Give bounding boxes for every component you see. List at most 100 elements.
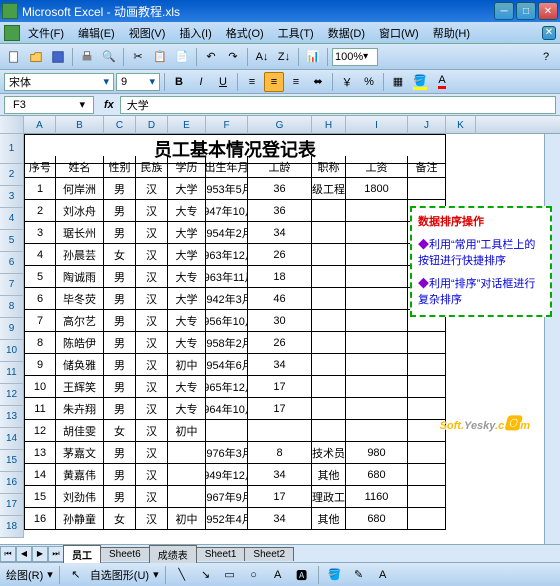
table-cell[interactable]: 男 xyxy=(104,486,136,508)
table-cell[interactable]: 大学 xyxy=(168,244,206,266)
doc-close-button[interactable]: ✕ xyxy=(542,26,556,40)
table-cell[interactable]: 高级工程师 xyxy=(312,178,346,200)
table-cell[interactable] xyxy=(312,288,346,310)
table-cell[interactable]: 汉 xyxy=(136,200,168,222)
sheet-tab-5[interactable]: Sheet2 xyxy=(244,547,294,561)
table-cell[interactable] xyxy=(168,464,206,486)
table-cell[interactable]: 46 xyxy=(248,288,312,310)
table-header[interactable]: 序号 xyxy=(24,156,56,178)
row-header[interactable]: 5 xyxy=(0,230,24,252)
table-cell[interactable]: 男 xyxy=(104,332,136,354)
table-cell[interactable]: 12 xyxy=(24,420,56,442)
tab-first-button[interactable]: ⏮ xyxy=(0,546,16,562)
table-cell[interactable] xyxy=(346,200,408,222)
table-cell[interactable]: 4 xyxy=(24,244,56,266)
close-button[interactable]: ✕ xyxy=(538,2,558,20)
table-cell[interactable]: 孙静童 xyxy=(56,508,104,530)
row-header[interactable]: 13 xyxy=(0,406,24,428)
table-cell[interactable] xyxy=(312,200,346,222)
table-cell[interactable]: 8 xyxy=(248,442,312,464)
table-cell[interactable]: 汉 xyxy=(136,354,168,376)
table-cell[interactable]: 女 xyxy=(104,244,136,266)
table-cell[interactable]: 1160 xyxy=(346,486,408,508)
table-cell[interactable]: 1949年12月 xyxy=(206,464,248,486)
table-cell[interactable]: 1800 xyxy=(346,178,408,200)
table-cell[interactable]: 初中 xyxy=(168,354,206,376)
row-header[interactable]: 4 xyxy=(0,208,24,230)
rect-button[interactable]: ▭ xyxy=(220,565,240,585)
table-cell[interactable]: 汉 xyxy=(136,178,168,200)
table-cell[interactable]: 3 xyxy=(24,222,56,244)
table-cell[interactable] xyxy=(206,420,248,442)
table-cell[interactable]: 18 xyxy=(248,266,312,288)
menu-help[interactable]: 帮助(H) xyxy=(427,23,476,43)
sheet-tab-1[interactable]: 员工 xyxy=(63,545,101,563)
row-header[interactable]: 1 xyxy=(0,134,24,164)
table-cell[interactable] xyxy=(346,420,408,442)
row-header[interactable]: 15 xyxy=(0,450,24,472)
zoom-select[interactable]: 100% ▾ xyxy=(332,48,378,66)
table-cell[interactable]: 琚长州 xyxy=(56,222,104,244)
table-cell[interactable]: 汉 xyxy=(136,442,168,464)
table-cell[interactable] xyxy=(346,398,408,420)
percent-button[interactable]: % xyxy=(359,72,379,92)
help-button[interactable]: ? xyxy=(536,47,556,67)
table-cell[interactable]: 汉 xyxy=(136,486,168,508)
oval-button[interactable]: ○ xyxy=(244,565,264,585)
menu-data[interactable]: 数据(D) xyxy=(322,23,371,43)
table-cell[interactable]: 男 xyxy=(104,178,136,200)
col-header[interactable]: A xyxy=(24,116,56,134)
table-cell[interactable]: 1958年2月 xyxy=(206,332,248,354)
table-cell[interactable]: 1952年4月 xyxy=(206,508,248,530)
table-cell[interactable]: 大专 xyxy=(168,398,206,420)
table-cell[interactable]: 何岸洲 xyxy=(56,178,104,200)
table-cell[interactable]: 男 xyxy=(104,354,136,376)
table-cell[interactable]: 1956年10月 xyxy=(206,310,248,332)
table-cell[interactable]: 汉 xyxy=(136,420,168,442)
col-header[interactable]: D xyxy=(136,116,168,134)
table-cell[interactable]: 毕冬荧 xyxy=(56,288,104,310)
table-header[interactable]: 民族 xyxy=(136,156,168,178)
col-header[interactable]: K xyxy=(446,116,476,134)
sort-desc-button[interactable]: Z↓ xyxy=(274,47,294,67)
merge-button[interactable]: ⬌ xyxy=(308,72,328,92)
font-color-button[interactable]: A xyxy=(432,72,452,92)
table-cell[interactable]: 初中 xyxy=(168,420,206,442)
table-cell[interactable] xyxy=(408,354,446,376)
table-cell[interactable]: 汉 xyxy=(136,508,168,530)
select-arrow-button[interactable]: ↖ xyxy=(66,565,86,585)
table-cell[interactable]: 26 xyxy=(248,244,312,266)
preview-button[interactable]: 🔍 xyxy=(99,47,119,67)
table-cell[interactable] xyxy=(346,266,408,288)
table-cell[interactable] xyxy=(168,486,206,508)
menu-edit[interactable]: 编辑(E) xyxy=(72,23,121,43)
table-cell[interactable]: 1976年3月 xyxy=(206,442,248,464)
table-cell[interactable] xyxy=(408,508,446,530)
print-button[interactable] xyxy=(77,47,97,67)
table-cell[interactable] xyxy=(312,310,346,332)
table-cell[interactable]: 女 xyxy=(104,420,136,442)
new-button[interactable] xyxy=(4,47,24,67)
size-select[interactable]: 9▾ xyxy=(116,73,160,91)
table-cell[interactable]: 6 xyxy=(24,288,56,310)
table-cell[interactable]: 34 xyxy=(248,464,312,486)
redo-button[interactable]: ↷ xyxy=(223,47,243,67)
font-color-button-2[interactable]: A xyxy=(373,565,393,585)
col-header[interactable]: F xyxy=(206,116,248,134)
table-cell[interactable] xyxy=(168,442,206,464)
autoshapes-menu[interactable]: 自选图形(U) xyxy=(90,567,149,583)
menu-view[interactable]: 视图(V) xyxy=(123,23,172,43)
row-header[interactable]: 6 xyxy=(0,252,24,274)
bold-button[interactable]: B xyxy=(169,72,189,92)
table-cell[interactable]: 高尔艺 xyxy=(56,310,104,332)
table-cell[interactable]: 王辉笑 xyxy=(56,376,104,398)
table-cell[interactable]: 初中 xyxy=(168,508,206,530)
table-cell[interactable] xyxy=(346,376,408,398)
table-cell[interactable]: 大专 xyxy=(168,376,206,398)
table-cell[interactable]: 7 xyxy=(24,310,56,332)
table-cell[interactable] xyxy=(346,288,408,310)
col-header[interactable]: J xyxy=(408,116,446,134)
underline-button[interactable]: U xyxy=(213,72,233,92)
tab-prev-button[interactable]: ◀ xyxy=(16,546,32,562)
table-cell[interactable]: 9 xyxy=(24,354,56,376)
